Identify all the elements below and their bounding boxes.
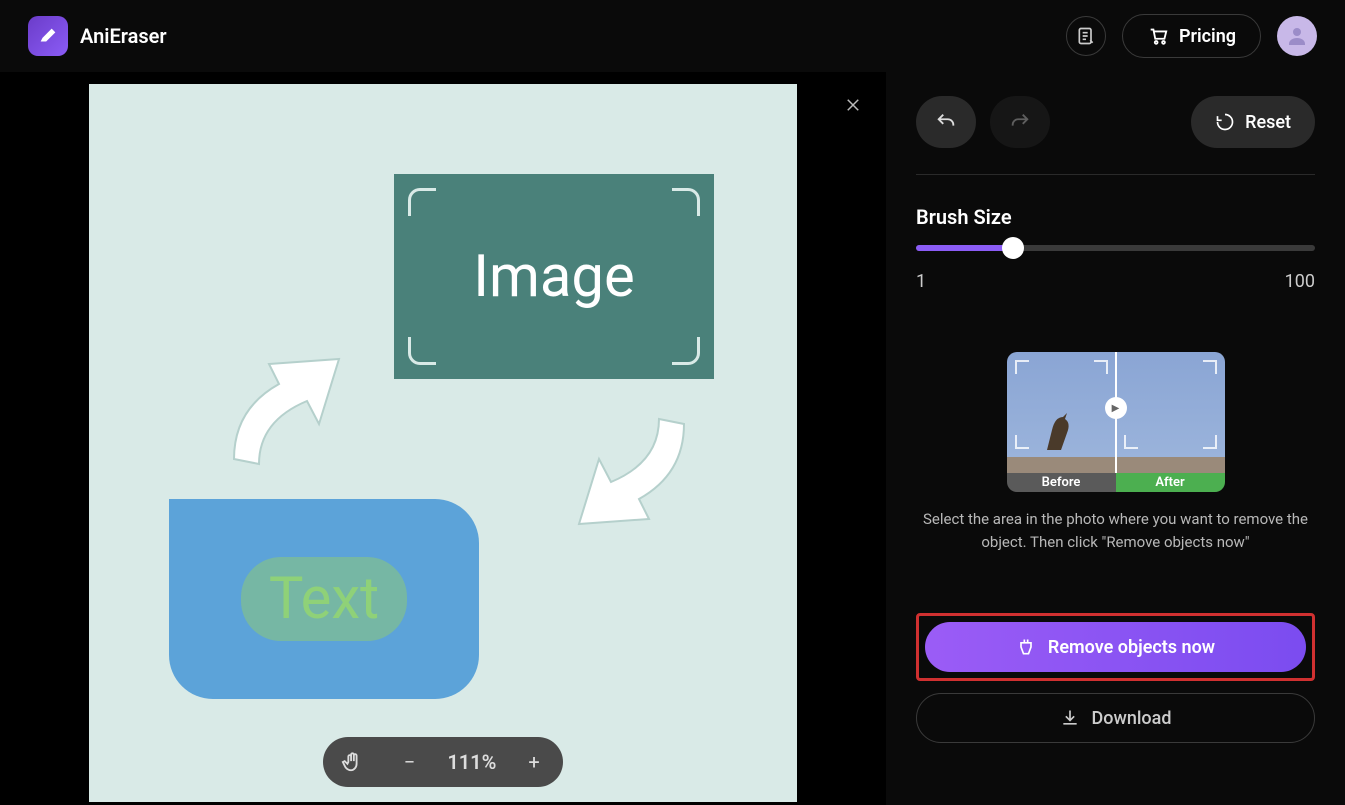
arrow-down-icon xyxy=(539,414,709,554)
user-icon xyxy=(1285,24,1309,48)
undo-icon xyxy=(935,111,957,133)
zoom-toolbar: − 111% + xyxy=(323,737,563,787)
instruction-text: Select the area in the photo where you w… xyxy=(916,508,1315,553)
zoom-in-button[interactable]: + xyxy=(514,750,554,774)
after-label: After xyxy=(1116,473,1225,492)
bird-icon xyxy=(1037,405,1081,455)
arrow-up-icon xyxy=(209,329,379,469)
canvas-area: Image Text − 111% + xyxy=(0,72,886,805)
header-right: Pricing xyxy=(1066,14,1317,58)
header-left: AniEraser xyxy=(28,16,167,56)
before-label: Before xyxy=(1007,473,1116,492)
zoom-level: 111% xyxy=(447,750,496,774)
hand-icon xyxy=(341,751,363,773)
cart-icon xyxy=(1147,25,1169,47)
app-header: AniEraser Pricing xyxy=(0,0,1345,72)
canvas-image-box: Image xyxy=(394,174,714,379)
text-highlight: Text xyxy=(241,557,407,641)
brush-icon xyxy=(1016,637,1036,657)
reset-icon xyxy=(1215,112,1235,132)
brush-min-label: 1 xyxy=(916,271,926,292)
history-toolbar: Reset xyxy=(916,96,1315,175)
close-icon xyxy=(844,96,862,114)
redo-button[interactable] xyxy=(990,96,1050,148)
app-logo[interactable] xyxy=(28,16,68,56)
download-button[interactable]: Download xyxy=(916,693,1315,743)
pan-button[interactable] xyxy=(332,751,372,773)
undo-button[interactable] xyxy=(916,96,976,148)
main-content: Image Text − 111% + xyxy=(0,72,1345,805)
slider-fill xyxy=(916,245,1008,251)
sidebar: Reset Brush Size 1 100 Before xyxy=(886,72,1345,805)
reset-label: Reset xyxy=(1245,112,1291,133)
zoom-out-button[interactable]: − xyxy=(390,750,430,774)
download-icon xyxy=(1060,708,1080,728)
slider-thumb[interactable] xyxy=(1002,237,1024,259)
brush-max-label: 100 xyxy=(1285,271,1315,292)
cta-highlight: Remove objects now xyxy=(916,613,1315,681)
pricing-button[interactable]: Pricing xyxy=(1122,14,1261,58)
pricing-label: Pricing xyxy=(1179,26,1236,47)
image-box-label: Image xyxy=(473,243,635,311)
notes-icon xyxy=(1076,26,1096,46)
remove-objects-button[interactable]: Remove objects now xyxy=(925,622,1306,672)
compare-handle[interactable]: ▶ xyxy=(1105,397,1127,419)
slider-range-labels: 1 100 xyxy=(916,271,1315,292)
user-avatar[interactable] xyxy=(1277,16,1317,56)
canvas[interactable]: Image Text xyxy=(89,84,797,802)
eraser-icon xyxy=(37,25,59,47)
brush-size-slider[interactable] xyxy=(916,245,1315,251)
brush-size-label: Brush Size xyxy=(916,205,1315,229)
redo-icon xyxy=(1009,111,1031,133)
notes-button[interactable] xyxy=(1066,16,1106,56)
canvas-text-box: Text xyxy=(169,499,479,699)
app-name: AniEraser xyxy=(80,24,167,48)
reset-button[interactable]: Reset xyxy=(1191,96,1315,148)
download-label: Download xyxy=(1092,708,1172,729)
close-button[interactable] xyxy=(838,90,868,120)
remove-label: Remove objects now xyxy=(1048,637,1215,658)
before-after-preview[interactable]: Before After ▶ xyxy=(1007,352,1225,492)
